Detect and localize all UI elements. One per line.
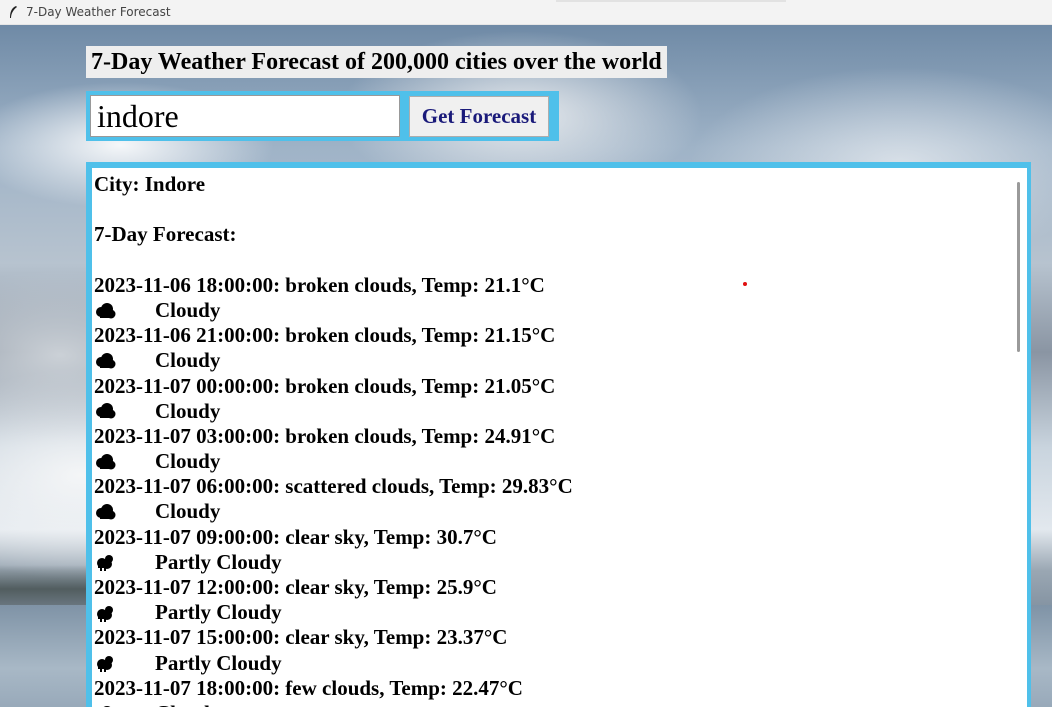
condition-label: Cloudy <box>155 398 221 423</box>
window-titlebar: 7-Day Weather Forecast <box>0 0 1052 25</box>
sun-behind-cloud-icon <box>94 552 116 572</box>
city-line: City: Indore <box>94 172 206 196</box>
cloud-icon <box>94 401 116 421</box>
window-title: 7-Day Weather Forecast <box>26 5 171 19</box>
vertical-scrollbar[interactable] <box>1010 168 1027 707</box>
condition-label: Cloudy <box>155 701 220 707</box>
cloud-icon <box>94 452 116 472</box>
background-treeline <box>0 565 90 605</box>
scrollbar-thumb[interactable] <box>1017 182 1020 352</box>
forecast-condition-line: Cloudy <box>94 449 994 474</box>
cloud-icon <box>94 301 116 321</box>
forecast-result-textbox[interactable]: City: Indore 7-Day Forecast: 2023-11-06 … <box>92 168 1027 707</box>
forecast-condition-line: Cloudy <box>94 399 994 424</box>
condition-label: Cloudy <box>155 499 221 524</box>
get-forecast-button[interactable]: Get Forecast <box>409 96 549 137</box>
forecast-entry-line: 2023-11-06 21:00:00: broken clouds, Temp… <box>94 323 556 348</box>
forecast-entry-line: 2023-11-07 00:00:00: broken clouds, Temp… <box>94 373 556 398</box>
condition-label: Partly Cloudy <box>155 650 282 675</box>
forecast-condition-line: Cloudy <box>94 499 994 524</box>
forecast-entry-line: 2023-11-07 03:00:00: broken clouds, Temp… <box>94 423 556 448</box>
forecast-condition-line: Partly Cloudy <box>94 600 994 625</box>
cloud-icon <box>94 502 116 522</box>
sun-behind-cloud-icon <box>94 603 116 623</box>
sun-behind-cloud-icon <box>94 653 116 673</box>
forecast-condition-line: Cloudy <box>94 348 994 373</box>
condition-label: Partly Cloudy <box>155 549 282 574</box>
condition-label: Cloudy <box>155 297 221 322</box>
forecast-condition-line: Cloudy <box>94 298 994 323</box>
forecast-text: City: Indore 7-Day Forecast: 2023-11-06 … <box>94 172 994 707</box>
city-search-input[interactable] <box>90 95 400 137</box>
forecast-result-frame: City: Indore 7-Day Forecast: 2023-11-06 … <box>86 162 1031 707</box>
page-title: 7-Day Weather Forecast of 200,000 cities… <box>86 46 667 78</box>
forecast-entry-line: 2023-11-07 06:00:00: scattered clouds, T… <box>94 474 573 499</box>
search-bar: Get Forecast <box>86 91 559 141</box>
condition-label: Partly Cloudy <box>155 600 282 625</box>
titlebar-divider <box>556 0 786 2</box>
condition-label: Cloudy <box>155 449 221 474</box>
forecast-entry-line: 2023-11-06 18:00:00: broken clouds, Temp… <box>94 272 545 297</box>
forecast-condition-line: Partly Cloudy <box>94 651 994 676</box>
forecast-entry-line: 2023-11-07 15:00:00: clear sky, Temp: 23… <box>94 625 508 650</box>
cloud-icon <box>94 351 116 371</box>
cloud-icon <box>94 704 116 707</box>
forecast-condition-line: Cloudy <box>94 701 994 707</box>
forecast-entry-line: 2023-11-07 18:00:00: few clouds, Temp: 2… <box>94 675 523 700</box>
forecast-condition-line: Partly Cloudy <box>94 550 994 575</box>
forecast-entries: 2023-11-06 18:00:00: broken clouds, Temp… <box>94 273 994 707</box>
feather-icon <box>6 4 20 20</box>
forecast-entry-line: 2023-11-07 09:00:00: clear sky, Temp: 30… <box>94 524 497 549</box>
forecast-entry-line: 2023-11-07 12:00:00: clear sky, Temp: 25… <box>94 575 497 599</box>
condition-label: Cloudy <box>155 348 221 373</box>
forecast-heading: 7-Day Forecast: <box>94 222 237 247</box>
cursor-dot <box>743 282 747 286</box>
